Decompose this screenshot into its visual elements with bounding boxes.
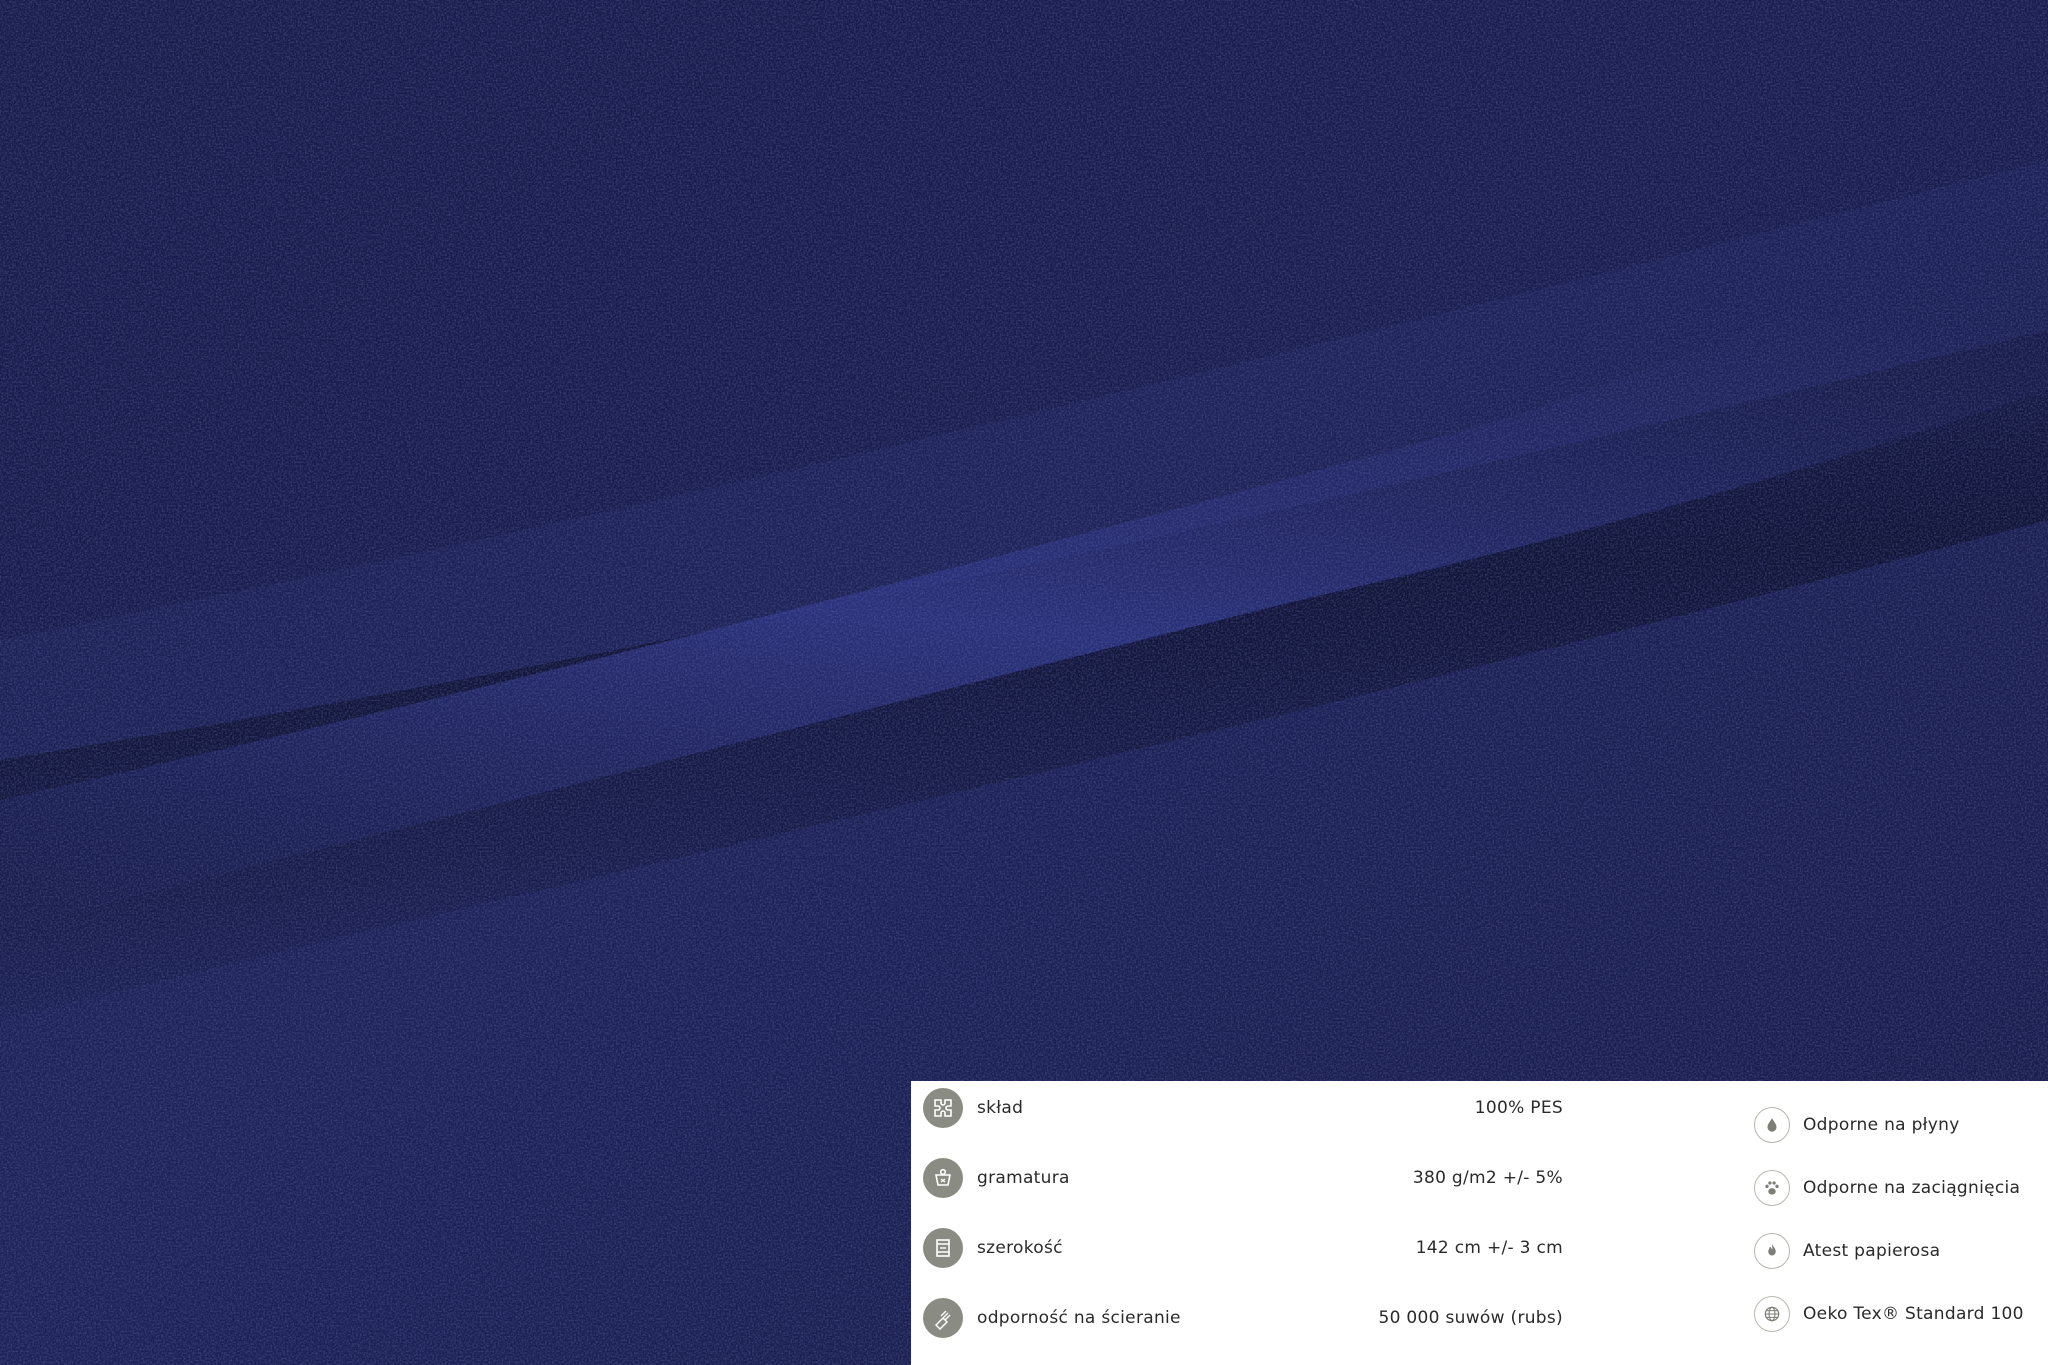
feature-label: Odporne na zaciągnięcia <box>1803 1178 2021 1198</box>
feature-row-oekotex: Oeko Tex® Standard 100 <box>1754 1292 2044 1336</box>
spec-panel: skład 100% PES gramatura 380 g/m2 +/- 5%… <box>911 1081 2048 1365</box>
spec-label: szerokość <box>977 1238 1063 1258</box>
feature-row-liquid: Odporne na płyny <box>1754 1103 2044 1147</box>
width-roll-icon <box>923 1228 963 1268</box>
weight-icon <box>923 1158 963 1198</box>
spec-label: odporność na ścieranie <box>977 1308 1181 1328</box>
feature-label: Odporne na płyny <box>1803 1115 1960 1135</box>
spec-row-width: szerokość 142 cm +/- 3 cm <box>923 1222 1563 1274</box>
spec-value: 100% PES <box>1474 1098 1563 1118</box>
flame-icon <box>1754 1233 1790 1269</box>
spec-label: gramatura <box>977 1168 1070 1188</box>
abrasion-icon <box>923 1298 963 1338</box>
spec-value: 380 g/m2 +/- 5% <box>1412 1168 1563 1188</box>
paw-icon <box>1754 1170 1790 1206</box>
feature-row-snag: Odporne na zaciągnięcia <box>1754 1166 2044 1210</box>
drop-icon <box>1754 1107 1790 1143</box>
feature-label: Atest papierosa <box>1803 1241 1941 1261</box>
globe-icon <box>1754 1296 1790 1332</box>
spec-value: 50 000 suwów (rubs) <box>1378 1308 1563 1328</box>
spec-row-abrasion: odporność na ścieranie 50 000 suwów (rub… <box>923 1292 1563 1344</box>
feature-label: Oeko Tex® Standard 100 <box>1803 1304 2024 1324</box>
spec-value: 142 cm +/- 3 cm <box>1415 1238 1563 1258</box>
feature-row-cigarette: Atest papierosa <box>1754 1229 2044 1273</box>
puzzle-composition-icon <box>923 1088 963 1128</box>
spec-row-composition: skład 100% PES <box>923 1082 1563 1134</box>
spec-row-weight: gramatura 380 g/m2 +/- 5% <box>923 1152 1563 1204</box>
spec-label: skład <box>977 1098 1024 1118</box>
